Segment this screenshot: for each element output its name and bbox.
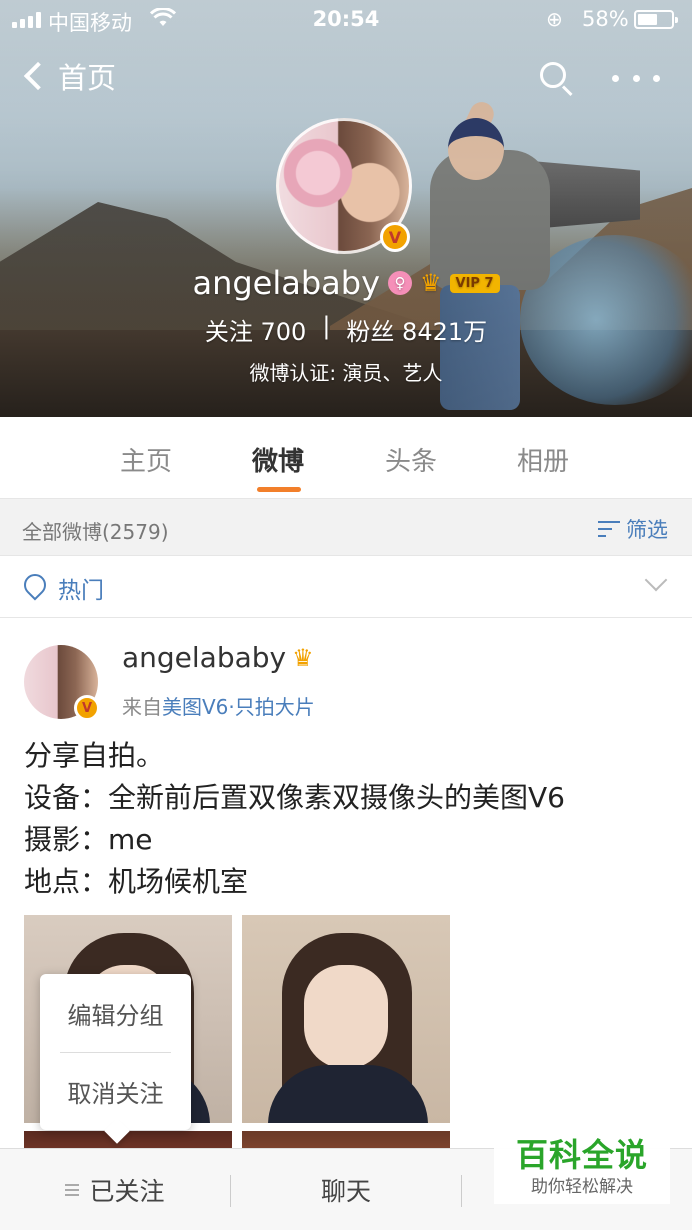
post-username: angelababy — [122, 641, 287, 674]
edit-group-menu-item[interactable]: 编辑分组 — [40, 974, 191, 1052]
follow-popup-menu: 编辑分组 取消关注 — [40, 974, 191, 1144]
post-source-link[interactable]: 美图V6·只拍大片 — [162, 695, 315, 719]
profile-name: angelababy — [192, 264, 381, 302]
crown-icon: ♛ — [292, 643, 314, 672]
search-icon[interactable] — [536, 58, 576, 98]
profile-stats: 关注 700 | 粉丝 8421万 — [0, 312, 692, 347]
profile-tabs: 主页 微博 头条 相册 — [0, 417, 692, 499]
followers-label: 粉丝 — [346, 318, 395, 346]
active-tab-indicator — [257, 487, 301, 492]
post-source-prefix: 来自 — [122, 695, 162, 719]
tab-headlines[interactable]: 头条 — [385, 441, 437, 478]
post-username-row[interactable]: angelababy ♛ — [122, 641, 314, 674]
chevron-left-icon — [23, 61, 53, 91]
battery-percentage: 58% — [582, 7, 629, 31]
menu-icon — [65, 1184, 80, 1196]
post-text: 分享自拍。 设备：全新前后置双像素双摄像头的美图V6 摄影：me 地点：机场候机… — [24, 735, 565, 903]
following-button[interactable]: 已关注 — [0, 1149, 230, 1230]
filter-bar: 全部微博(2579) 筛选 — [0, 499, 692, 556]
watermark: 百科全说 助你轻松解决 — [494, 1134, 670, 1204]
chat-button-label: 聊天 — [320, 1177, 371, 1206]
post-source: 来自美图V6·只拍大片 — [122, 691, 315, 720]
post-text-line: 设备：全新前后置双像素双摄像头的美图V6 — [24, 781, 565, 814]
rotation-lock-icon: ⊕ — [546, 7, 563, 31]
profile-name-row: angelababy ♀ ♛ VIP 7 — [0, 264, 692, 302]
back-button[interactable]: 首页 — [18, 56, 116, 96]
hot-selector[interactable]: 热门 — [0, 556, 692, 618]
following-stat[interactable]: 关注 700 — [205, 312, 306, 347]
chat-button[interactable]: 聊天 — [231, 1149, 461, 1230]
chevron-down-icon — [644, 568, 668, 592]
more-icon[interactable] — [612, 60, 660, 96]
watermark-subtitle: 助你轻松解决 — [531, 1177, 633, 1197]
weibo-count: 全部微博(2579) — [22, 520, 169, 544]
battery-icon — [634, 10, 678, 29]
tab-home[interactable]: 主页 — [120, 441, 172, 478]
post-text-line: 地点：机场候机室 — [24, 865, 249, 898]
back-label: 首页 — [58, 61, 117, 95]
watermark-title: 百科全说 — [515, 1136, 648, 1174]
following-count: 700 — [260, 318, 307, 346]
filter-button[interactable]: 筛选 — [598, 514, 668, 544]
following-button-label: 已关注 — [89, 1177, 165, 1206]
stats-separator: | — [322, 312, 331, 340]
hot-label: 热门 — [58, 578, 104, 604]
filter-icon — [598, 520, 620, 538]
filter-label: 筛选 — [626, 518, 668, 542]
profile-cover: 中国移动 20:54 ⊕ 58% 首页 V angelababy ♀ ♛ VIP… — [0, 0, 692, 417]
followers-count: 8421万 — [402, 318, 488, 346]
location-pin-icon — [19, 569, 51, 601]
crown-icon: ♛ — [420, 269, 442, 297]
post-text-line: 分享自拍。 — [24, 739, 165, 772]
vip-badge[interactable]: VIP 7 — [449, 273, 500, 293]
status-bar: 中国移动 20:54 ⊕ 58% — [0, 0, 692, 40]
tab-weibo[interactable]: 微博 — [252, 441, 304, 478]
verification-text: 微博认证: 演员、艺人 — [249, 361, 443, 385]
post-photo[interactable] — [242, 915, 450, 1123]
following-label: 关注 — [204, 318, 253, 346]
female-icon: ♀ — [388, 271, 413, 295]
verified-badge-icon: V — [380, 222, 410, 252]
tab-album[interactable]: 相册 — [517, 441, 569, 478]
followers-stat[interactable]: 粉丝 8421万 — [346, 312, 487, 347]
post-text-line: 摄影：me — [24, 823, 153, 856]
verified-badge-icon: V — [74, 695, 100, 721]
